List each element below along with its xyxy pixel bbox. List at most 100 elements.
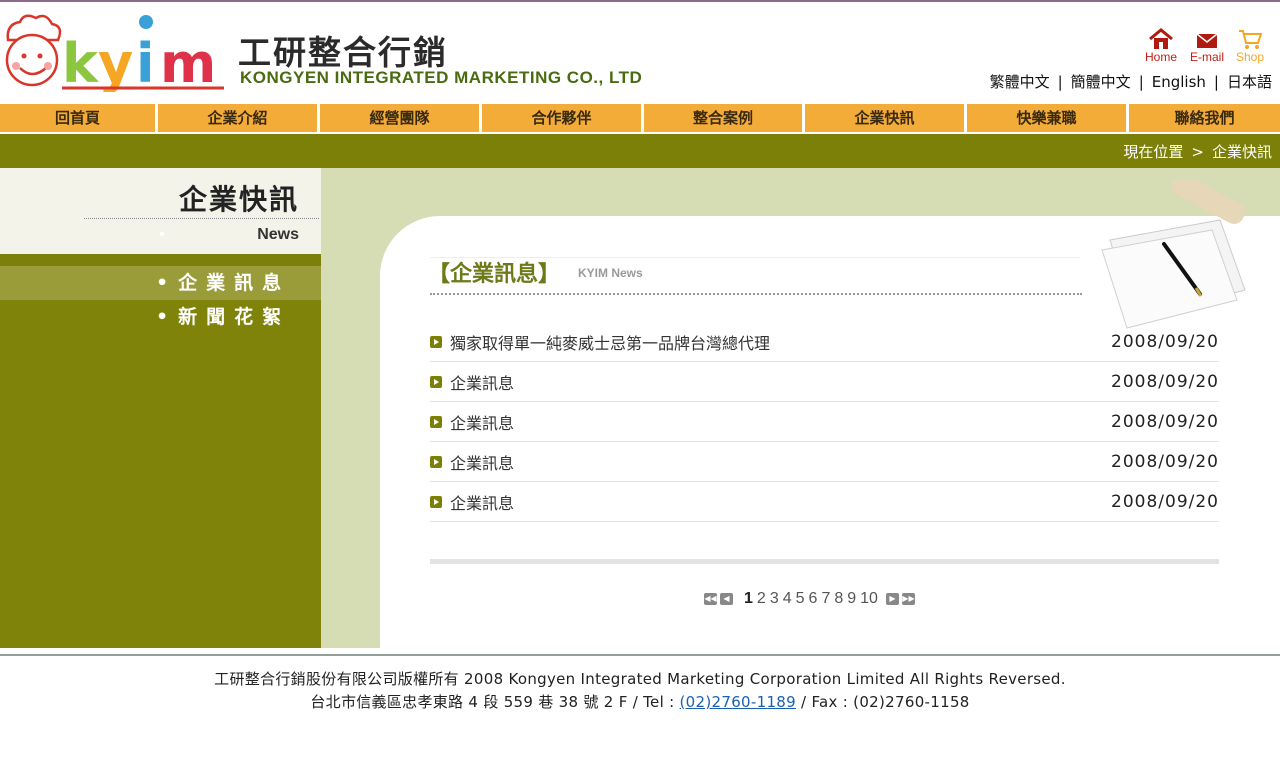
- page-number[interactable]: 2: [757, 590, 766, 608]
- first-page-icon[interactable]: ◀◀: [704, 593, 717, 605]
- sidebar-divider: [84, 218, 319, 219]
- brand-name-cn: 工研整合行銷: [238, 33, 448, 72]
- nav-item-home[interactable]: 回首頁: [0, 104, 158, 132]
- news-row[interactable]: 企業訊息 2008/09/20: [430, 442, 1219, 482]
- copyright-text: 工研整合行銷股份有限公司版權所有 2008 Kongyen Integrated…: [214, 670, 1066, 688]
- nav-item-parttime[interactable]: 快樂兼職: [967, 104, 1129, 132]
- news-list: 獨家取得單一純麥威士忌第一品牌台灣總代理 2008/09/20 企業訊息 200…: [430, 322, 1219, 522]
- svg-text:m: m: [160, 32, 216, 92]
- news-row[interactable]: 企業訊息 2008/09/20: [430, 362, 1219, 402]
- sidebar-title: 企業快訊: [178, 183, 299, 216]
- next-page-icon[interactable]: ▶: [885, 593, 899, 605]
- sidebar-item-label: 企業訊息: [178, 272, 291, 294]
- nav-item-news[interactable]: 企業快訊: [805, 104, 967, 132]
- section-subtitle: KYIM News: [578, 266, 643, 280]
- news-row[interactable]: 企業訊息 2008/09/20: [430, 402, 1219, 442]
- news-title[interactable]: 企業訊息: [450, 490, 1111, 514]
- sidebar-bullet: [160, 232, 164, 236]
- page-number-current[interactable]: 1: [744, 590, 753, 608]
- breadcrumb-current: 企業快訊: [1211, 143, 1272, 161]
- last-page-icon[interactable]: ▶▶: [901, 593, 915, 605]
- arrow-bullet-icon: [430, 415, 442, 428]
- section-title: 【企業訊息】: [428, 262, 561, 287]
- main-nav: 回首頁 企業介紹 經營團隊 合作夥伴 整合案例 企業快訊 快樂兼職 聯絡我們: [0, 104, 1280, 132]
- lang-traditional-chinese[interactable]: 繁體中文: [990, 73, 1050, 91]
- sidebar-menu: • 企業訊息 • 新聞花絮: [0, 266, 321, 334]
- news-title[interactable]: 企業訊息: [450, 450, 1111, 474]
- bullet-icon: •: [156, 272, 169, 294]
- site-footer: 工研整合行銷股份有限公司版權所有 2008 Kongyen Integrated…: [0, 668, 1280, 714]
- contact-line: 台北市信義區忠孝東路 4 段 559 巷 38 號 2 F / Tel : (0…: [0, 691, 1280, 714]
- breadcrumb: 現在位置 > 企業快訊: [0, 134, 1280, 168]
- page-number[interactable]: 6: [809, 590, 818, 608]
- nav-item-partners[interactable]: 合作夥伴: [482, 104, 644, 132]
- email-link[interactable]: E-mail: [1190, 28, 1224, 64]
- list-divider: [430, 559, 1219, 564]
- svg-text:i: i: [136, 32, 155, 92]
- mail-icon: [1196, 33, 1218, 48]
- pagination: ◀◀ ◀ 1 2 3 4 5 6 7 8 9 10 ▶ ▶▶: [704, 590, 918, 608]
- phone-link[interactable]: (02)2760-1189: [680, 693, 796, 711]
- page-number[interactable]: 8: [834, 590, 843, 608]
- notebook-pen-image: [1101, 180, 1246, 329]
- nav-item-about[interactable]: 企業介紹: [158, 104, 320, 132]
- cart-icon: [1239, 30, 1263, 49]
- arrow-bullet-icon: [430, 495, 442, 508]
- lang-separator: |: [1138, 73, 1144, 91]
- page-number[interactable]: 7: [821, 590, 830, 608]
- page-number[interactable]: 4: [783, 590, 792, 608]
- bullet-icon: •: [156, 306, 169, 328]
- lang-english[interactable]: English: [1152, 73, 1206, 91]
- nav-item-cases[interactable]: 整合案例: [644, 104, 805, 132]
- news-date: 2008/09/20: [1111, 491, 1219, 512]
- brand-name-en: KONGYEN INTEGRATED MARKETING CO., LTD: [240, 68, 643, 87]
- arrow-bullet-icon: [430, 455, 442, 468]
- news-date: 2008/09/20: [1111, 331, 1219, 352]
- sidebar-subtitle: News: [257, 226, 299, 243]
- news-date: 2008/09/20: [1111, 371, 1219, 392]
- language-switcher: 繁體中文 | 簡體中文 | English | 日本語: [990, 71, 1272, 92]
- sidebar-item-label: 新聞花絮: [178, 306, 291, 328]
- nav-item-contact[interactable]: 聯絡我們: [1129, 104, 1280, 132]
- sidebar-item-corporate-news[interactable]: • 企業訊息: [0, 266, 321, 300]
- home-link[interactable]: Home: [1145, 28, 1177, 64]
- page-number[interactable]: 5: [796, 590, 805, 608]
- nav-item-team[interactable]: 經營團隊: [320, 104, 482, 132]
- home-label: Home: [1145, 50, 1178, 64]
- prev-page-icon[interactable]: ◀: [720, 593, 733, 605]
- news-row[interactable]: 企業訊息 2008/09/20: [430, 482, 1219, 522]
- news-date: 2008/09/20: [1111, 451, 1219, 472]
- breadcrumb-arrow: >: [1191, 143, 1204, 161]
- section-divider: [430, 293, 1082, 295]
- sidebar-strip: [0, 254, 321, 266]
- sidebar-item-press-highlights[interactable]: • 新聞花絮: [0, 300, 321, 334]
- news-row[interactable]: 獨家取得單一純麥威士忌第一品牌台灣總代理 2008/09/20: [430, 322, 1219, 362]
- site-header: k y i m 工研整合行銷 KONGYEN INTEGRATED MARKET…: [0, 0, 1280, 104]
- lang-japanese[interactable]: 日本語: [1227, 73, 1272, 91]
- sidebar: 企業快訊 News • 企業訊息 • 新聞花絮: [0, 168, 321, 648]
- email-label: E-mail: [1190, 50, 1225, 64]
- lang-separator: |: [1057, 73, 1063, 91]
- page-number[interactable]: 10: [860, 590, 878, 608]
- kyim-logo[interactable]: k y i m: [2, 10, 227, 92]
- sidebar-header: 企業快訊 News: [0, 168, 321, 254]
- lang-separator: |: [1213, 73, 1219, 91]
- breadcrumb-label: 現在位置: [1123, 143, 1184, 161]
- footer-divider: [0, 654, 1280, 656]
- shop-label: Shop: [1236, 50, 1265, 64]
- svg-text:y: y: [98, 32, 133, 92]
- home-icon: [1149, 28, 1173, 49]
- news-title[interactable]: 獨家取得單一純麥威士忌第一品牌台灣總代理: [450, 330, 1111, 354]
- news-date: 2008/09/20: [1111, 411, 1219, 432]
- page-number[interactable]: 3: [770, 590, 779, 608]
- shop-link[interactable]: Shop: [1236, 28, 1264, 64]
- fax-text: / Fax : (02)2760-1158: [795, 693, 970, 711]
- address-text: 台北市信義區忠孝東路 4 段 559 巷 38 號 2 F / Tel :: [310, 693, 680, 711]
- news-title[interactable]: 企業訊息: [450, 410, 1111, 434]
- lang-simplified-chinese[interactable]: 簡體中文: [1071, 73, 1131, 91]
- page-number[interactable]: 9: [847, 590, 856, 608]
- arrow-bullet-icon: [430, 375, 442, 388]
- news-title[interactable]: 企業訊息: [450, 370, 1111, 394]
- arrow-bullet-icon: [430, 335, 442, 348]
- svg-text:k: k: [62, 32, 99, 92]
